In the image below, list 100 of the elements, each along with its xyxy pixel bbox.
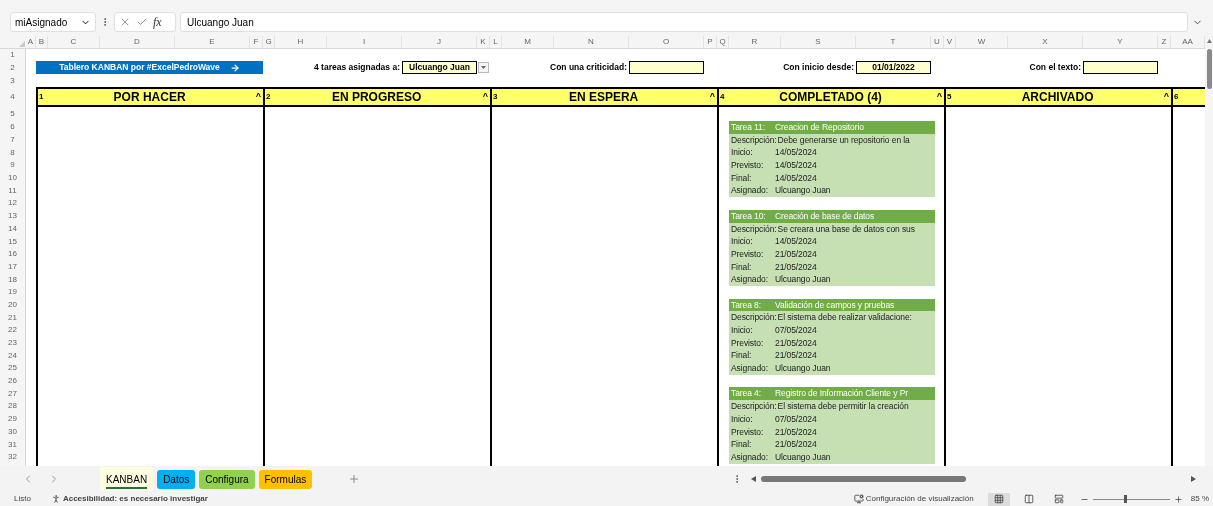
- column-header[interactable]: K: [477, 36, 490, 48]
- sheet-tab[interactable]: KANBAN: [100, 467, 154, 491]
- column-header[interactable]: P: [704, 36, 717, 48]
- row-header[interactable]: 14: [0, 222, 25, 236]
- column-header[interactable]: Q: [717, 36, 729, 48]
- column-header[interactable]: B: [36, 36, 48, 48]
- column-header[interactable]: F: [250, 36, 263, 48]
- scroll-left-icon[interactable]: [751, 476, 757, 482]
- row-header[interactable]: 19: [0, 285, 25, 299]
- collapse-toggle[interactable]: ^: [936, 90, 944, 104]
- filter-field[interactable]: [629, 61, 704, 74]
- row-header[interactable]: 12: [0, 197, 25, 210]
- row-header[interactable]: 20: [0, 298, 25, 312]
- row-header[interactable]: 32: [0, 450, 25, 464]
- row-header[interactable]: 18: [0, 273, 25, 286]
- display-settings-button[interactable]: Configuración de visualización: [865, 493, 974, 505]
- collapse-toggle[interactable]: ^: [709, 90, 717, 104]
- column-header[interactable]: C: [48, 36, 100, 48]
- zoom-slider[interactable]: [1092, 495, 1170, 503]
- row-header[interactable]: 31: [0, 438, 25, 451]
- dropdown-button[interactable]: [478, 62, 489, 73]
- zoom-level[interactable]: 85 %: [1190, 493, 1209, 505]
- field-value: 14/05/2024: [775, 159, 817, 172]
- row-header[interactable]: 16: [0, 247, 25, 261]
- accessibility-status[interactable]: Accesibilidad: es necesario investigar: [62, 493, 208, 505]
- row-header[interactable]: 17: [0, 260, 25, 274]
- collapse-toggle[interactable]: ^: [255, 90, 263, 104]
- filter-field[interactable]: [1083, 61, 1158, 74]
- column-header[interactable]: O: [629, 36, 704, 48]
- column-header[interactable]: X: [1008, 36, 1083, 48]
- name-box[interactable]: miAsignado: [10, 12, 96, 32]
- field-value: El sistema debe permitir la creación: [777, 400, 909, 413]
- row-header[interactable]: 21: [0, 311, 25, 324]
- function-button[interactable]: fx: [153, 13, 162, 31]
- row-header[interactable]: 3: [0, 74, 25, 87]
- banner-button[interactable]: Tablero KANBAN por #ExcelPedroWave: [36, 61, 263, 74]
- row-header[interactable]: 24: [0, 349, 25, 363]
- sheet-tab[interactable]: Configura: [199, 469, 255, 489]
- sheet-tab[interactable]: Formulas: [258, 469, 313, 489]
- row-header[interactable]: 22: [0, 324, 25, 337]
- row-header[interactable]: 23: [0, 336, 25, 350]
- check-icon[interactable]: [136, 16, 148, 28]
- collapse-toggle[interactable]: ^: [482, 90, 490, 104]
- column-header[interactable]: H: [275, 36, 327, 48]
- column-header[interactable]: L: [490, 36, 502, 48]
- collapse-toggle[interactable]: ^: [1163, 90, 1171, 104]
- cancel-icon[interactable]: [119, 16, 131, 28]
- formula-input[interactable]: Ulcuango Juan: [180, 12, 1188, 32]
- add-sheet-icon[interactable]: [348, 473, 361, 485]
- scroll-right-icon[interactable]: [1191, 476, 1197, 482]
- field-label: Asignado:: [730, 362, 769, 375]
- column-header[interactable]: J: [402, 36, 477, 48]
- normal-view-button[interactable]: [987, 492, 1010, 506]
- zoom-thumb[interactable]: [1124, 495, 1128, 503]
- row-header[interactable]: 6: [0, 121, 25, 134]
- field-label: Asignado:: [730, 450, 769, 464]
- row-header[interactable]: 2: [0, 61, 25, 74]
- zoom-in-icon[interactable]: [1173, 494, 1183, 504]
- sheet-tab[interactable]: Datos: [157, 469, 196, 489]
- column-header[interactable]: E: [175, 36, 250, 48]
- column-header[interactable]: N: [554, 36, 629, 48]
- column-header[interactable]: Z: [1158, 36, 1171, 48]
- row-header[interactable]: 30: [0, 425, 25, 439]
- column-header[interactable]: D: [100, 36, 175, 48]
- column-header[interactable]: I: [327, 36, 402, 48]
- field-value: 14/05/2024: [775, 146, 817, 160]
- column-header[interactable]: V: [944, 36, 956, 48]
- column-header[interactable]: U: [931, 36, 944, 48]
- column-header[interactable]: Y: [1083, 36, 1158, 48]
- row-header[interactable]: 4: [0, 87, 25, 107]
- row-header[interactable]: 10: [0, 171, 25, 185]
- arrow-right-icon: [229, 62, 240, 73]
- field-label: Previsto:: [730, 425, 765, 439]
- scroll-up-icon[interactable]: [1206, 39, 1212, 43]
- filter-label: Con el texto:: [1028, 61, 1082, 74]
- row-header[interactable]: 26: [0, 374, 25, 388]
- column-number: 4: [719, 91, 725, 103]
- row-header[interactable]: 15: [0, 235, 25, 248]
- column-header[interactable]: A: [26, 36, 36, 48]
- row-header[interactable]: 8: [0, 146, 25, 160]
- row-header[interactable]: 1: [0, 49, 25, 61]
- filter-field[interactable]: 01/01/2022: [856, 61, 931, 74]
- column-header[interactable]: S: [781, 36, 856, 48]
- row-header[interactable]: 13: [0, 209, 25, 223]
- column-header[interactable]: R: [729, 36, 781, 48]
- row-header[interactable]: 11: [0, 184, 25, 198]
- column-header[interactable]: G: [263, 36, 275, 48]
- column-header[interactable]: M: [502, 36, 554, 48]
- row-header[interactable]: 5: [0, 107, 25, 121]
- field-value: Ulcuango Juan: [775, 273, 831, 286]
- horizontal-scrollbar[interactable]: [751, 473, 1197, 485]
- assignee-dropdown[interactable]: Ulcuango Juan: [402, 61, 477, 74]
- row-header[interactable]: 7: [0, 133, 25, 147]
- column-header[interactable]: W: [956, 36, 1008, 48]
- row-header[interactable]: 27: [0, 387, 25, 401]
- row-header[interactable]: 9: [0, 159, 25, 172]
- row-header[interactable]: 25: [0, 362, 25, 375]
- column-header[interactable]: T: [856, 36, 931, 48]
- row-header[interactable]: 28: [0, 400, 25, 413]
- row-header[interactable]: 29: [0, 412, 25, 426]
